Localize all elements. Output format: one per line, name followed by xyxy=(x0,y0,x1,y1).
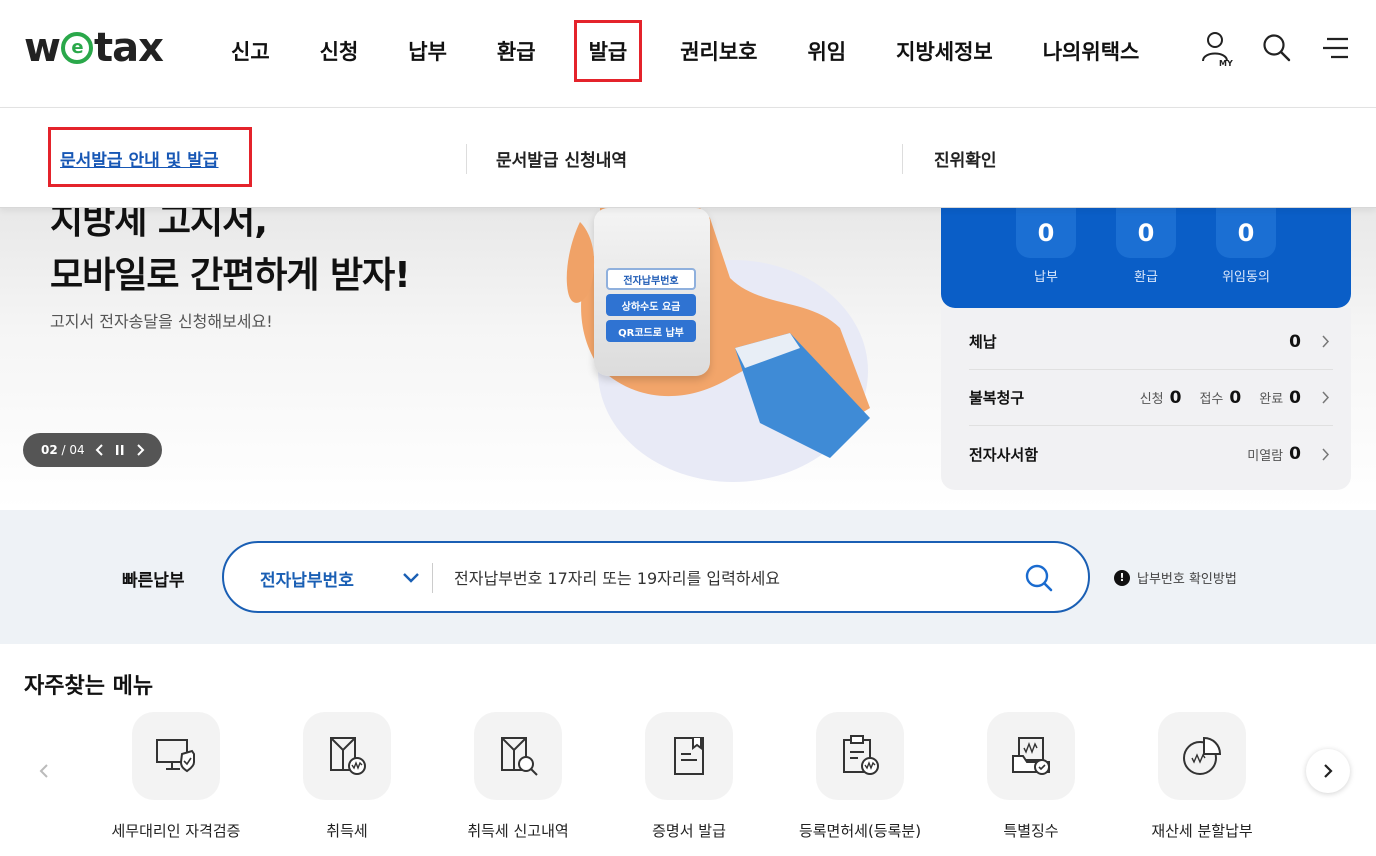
issue-submenu: 문서발급 안내 및 발급 문서발급 신청내역 진위확인 xyxy=(0,108,1376,208)
favorite-label: 취득세 신고내역 xyxy=(467,822,569,840)
favorite-label: 취득세 xyxy=(326,822,368,840)
nav-item-my-wetax[interactable]: 나의위택스 xyxy=(1018,20,1165,82)
nav-item-rights-protection[interactable]: 권리보호 xyxy=(655,20,782,82)
chevron-right-icon xyxy=(1319,447,1333,461)
nav-item-refund[interactable]: 환급 xyxy=(472,20,561,82)
certificate-icon xyxy=(645,712,733,800)
header: w e tax 신고 신청 납부 환급 발급 권리보호 위임 지방세정보 나의위택스… xyxy=(0,0,1376,108)
pie-chart-won-icon xyxy=(1158,712,1246,800)
nav-item-payment[interactable]: 납부 xyxy=(383,20,472,82)
arrears-row[interactable]: 체납 0 xyxy=(969,314,1333,370)
mailbox-row[interactable]: 전자사서함 미열람 0 xyxy=(969,426,1333,482)
favorite-item-acquisition-history[interactable]: 취득세 신고내역 xyxy=(433,712,603,842)
arrears-label: 체납 xyxy=(969,333,997,351)
chevron-right-icon xyxy=(1319,335,1333,349)
appeal-applied-label: 신청 xyxy=(1139,392,1164,407)
submenu-divider xyxy=(902,144,903,174)
slide-counter: 02 / 04 xyxy=(41,443,85,457)
payment-number-help-link[interactable]: ! 납부번호 확인방법 xyxy=(1114,568,1237,587)
thumb-illustration xyxy=(566,222,595,303)
slide-controls: 02 / 04 xyxy=(23,433,162,467)
logo-text: tax xyxy=(93,25,164,71)
submenu-doc-issue-history[interactable]: 문서발급 신청내역 xyxy=(496,146,627,171)
appeal-received-value: 0 xyxy=(1229,387,1242,408)
submenu-authenticity-check[interactable]: 진위확인 xyxy=(934,146,997,171)
payment-number-input[interactable] xyxy=(454,561,1014,595)
appeal-applied-value: 0 xyxy=(1169,387,1182,408)
my-user-icon[interactable]: MY xyxy=(1200,30,1234,67)
favorite-item-acquisition-tax[interactable]: 취득세 xyxy=(262,712,432,842)
delegation-consent-label: 위임동의 xyxy=(1222,270,1270,285)
favorite-label: 재산세 분할납부 xyxy=(1151,822,1253,840)
quick-payment-section: 빠른납부 전자납부번호 ! 납부번호 확인방법 xyxy=(0,510,1376,644)
mailbox-unread-label: 미열람 xyxy=(1247,448,1284,464)
search-icon[interactable] xyxy=(1024,563,1054,597)
main-nav: 신고 신청 납부 환급 발급 권리보호 위임 지방세정보 나의위택스 xyxy=(206,20,1164,82)
nav-item-issue[interactable]: 발급 xyxy=(573,20,643,82)
next-slide-icon[interactable] xyxy=(135,444,145,456)
header-icons: MY xyxy=(1200,30,1354,67)
prev-slide-icon[interactable] xyxy=(95,444,105,456)
payment-count[interactable]: 0 xyxy=(1016,208,1076,258)
pause-icon[interactable] xyxy=(115,444,125,456)
svg-text:MY: MY xyxy=(1219,59,1233,67)
favorites-title: 자주찾는 메뉴 xyxy=(24,674,154,699)
mailbox-label: 전자사서함 xyxy=(969,445,1039,464)
hero-subtitle: 고지서 전자송달을 신청해보세요! xyxy=(50,312,273,331)
arrears-value: 0 xyxy=(1289,331,1301,352)
hero-title-line2: 모바일로 간편하게 받자! xyxy=(50,255,411,296)
submenu-divider xyxy=(466,144,467,174)
favorite-label: 증명서 발급 xyxy=(652,822,726,840)
favorite-item-certificate-issue[interactable]: 증명서 발급 xyxy=(604,712,774,842)
logo-e-mark: e xyxy=(60,32,93,64)
nav-item-local-tax-info[interactable]: 지방세정보 xyxy=(871,20,1018,82)
chevron-left-icon xyxy=(39,764,48,778)
help-link-label: 납부번호 확인방법 xyxy=(1137,572,1237,587)
status-panel-counts: 0 납부 0 환급 0 위임동의 xyxy=(941,208,1351,308)
delegation-consent-count[interactable]: 0 xyxy=(1216,208,1276,258)
refund-count-label: 환급 xyxy=(1134,270,1158,285)
payment-count-label: 납부 xyxy=(1034,270,1058,285)
appeal-received-label: 접수 xyxy=(1199,392,1224,407)
favorite-item-agent-verify[interactable]: 세무대리인 자격검증 xyxy=(91,712,261,842)
nav-item-delegation[interactable]: 위임 xyxy=(782,20,871,82)
monitor-shield-icon xyxy=(132,712,220,800)
nav-item-apply[interactable]: 신청 xyxy=(295,20,384,82)
favorite-item-property-tax-installment[interactable]: 재산세 분할납부 xyxy=(1117,712,1287,842)
document-won-icon xyxy=(303,712,391,800)
carousel-next-button[interactable] xyxy=(1306,749,1350,793)
chevron-right-icon xyxy=(1319,391,1333,405)
logo-text: w xyxy=(24,25,61,71)
appeal-completed-value: 0 xyxy=(1289,387,1301,408)
folder-check-icon xyxy=(987,712,1075,800)
chevron-down-icon[interactable] xyxy=(402,569,420,588)
carousel-prev-button[interactable] xyxy=(22,749,66,793)
favorite-item-special-collection[interactable]: 특별징수 xyxy=(946,712,1116,842)
hamburger-menu-icon[interactable] xyxy=(1320,30,1354,66)
submenu-doc-issue-guide[interactable]: 문서발급 안내 및 발급 xyxy=(60,146,219,171)
refund-count[interactable]: 0 xyxy=(1116,208,1176,258)
favorite-label: 세무대리인 자격검증 xyxy=(111,822,241,840)
wetax-logo[interactable]: w e tax xyxy=(24,25,164,71)
clipboard-won-icon xyxy=(816,712,904,800)
quick-payment-box: 전자납부번호 xyxy=(222,541,1090,613)
favorite-label: 등록면허세(등록분) xyxy=(798,822,922,840)
chevron-right-icon xyxy=(1324,764,1333,778)
divider xyxy=(432,563,433,593)
mailbox-unread-value: 0 xyxy=(1289,444,1301,464)
appeal-label: 불복청구 xyxy=(969,389,1025,407)
payment-type-select[interactable]: 전자납부번호 xyxy=(260,566,354,591)
appeal-completed-label: 완료 xyxy=(1259,392,1284,407)
info-icon: ! xyxy=(1114,569,1130,586)
search-icon[interactable] xyxy=(1260,30,1294,66)
quick-payment-label: 빠른납부 xyxy=(122,571,185,591)
favorite-label: 특별징수 xyxy=(1003,822,1059,840)
status-panel-details: 체납 0 불복청구 신청 0 접수 0 완료 0 전자사서함 미열람 0 xyxy=(941,308,1351,490)
nav-item-report[interactable]: 신고 xyxy=(206,20,295,82)
favorite-item-registration-license-tax[interactable]: 등록면허세(등록분) xyxy=(775,712,945,842)
document-search-icon xyxy=(474,712,562,800)
appeal-row[interactable]: 불복청구 신청 0 접수 0 완료 0 xyxy=(969,370,1333,426)
page: w e tax 신고 신청 납부 환급 발급 권리보호 위임 지방세정보 나의위택스… xyxy=(0,0,1376,856)
